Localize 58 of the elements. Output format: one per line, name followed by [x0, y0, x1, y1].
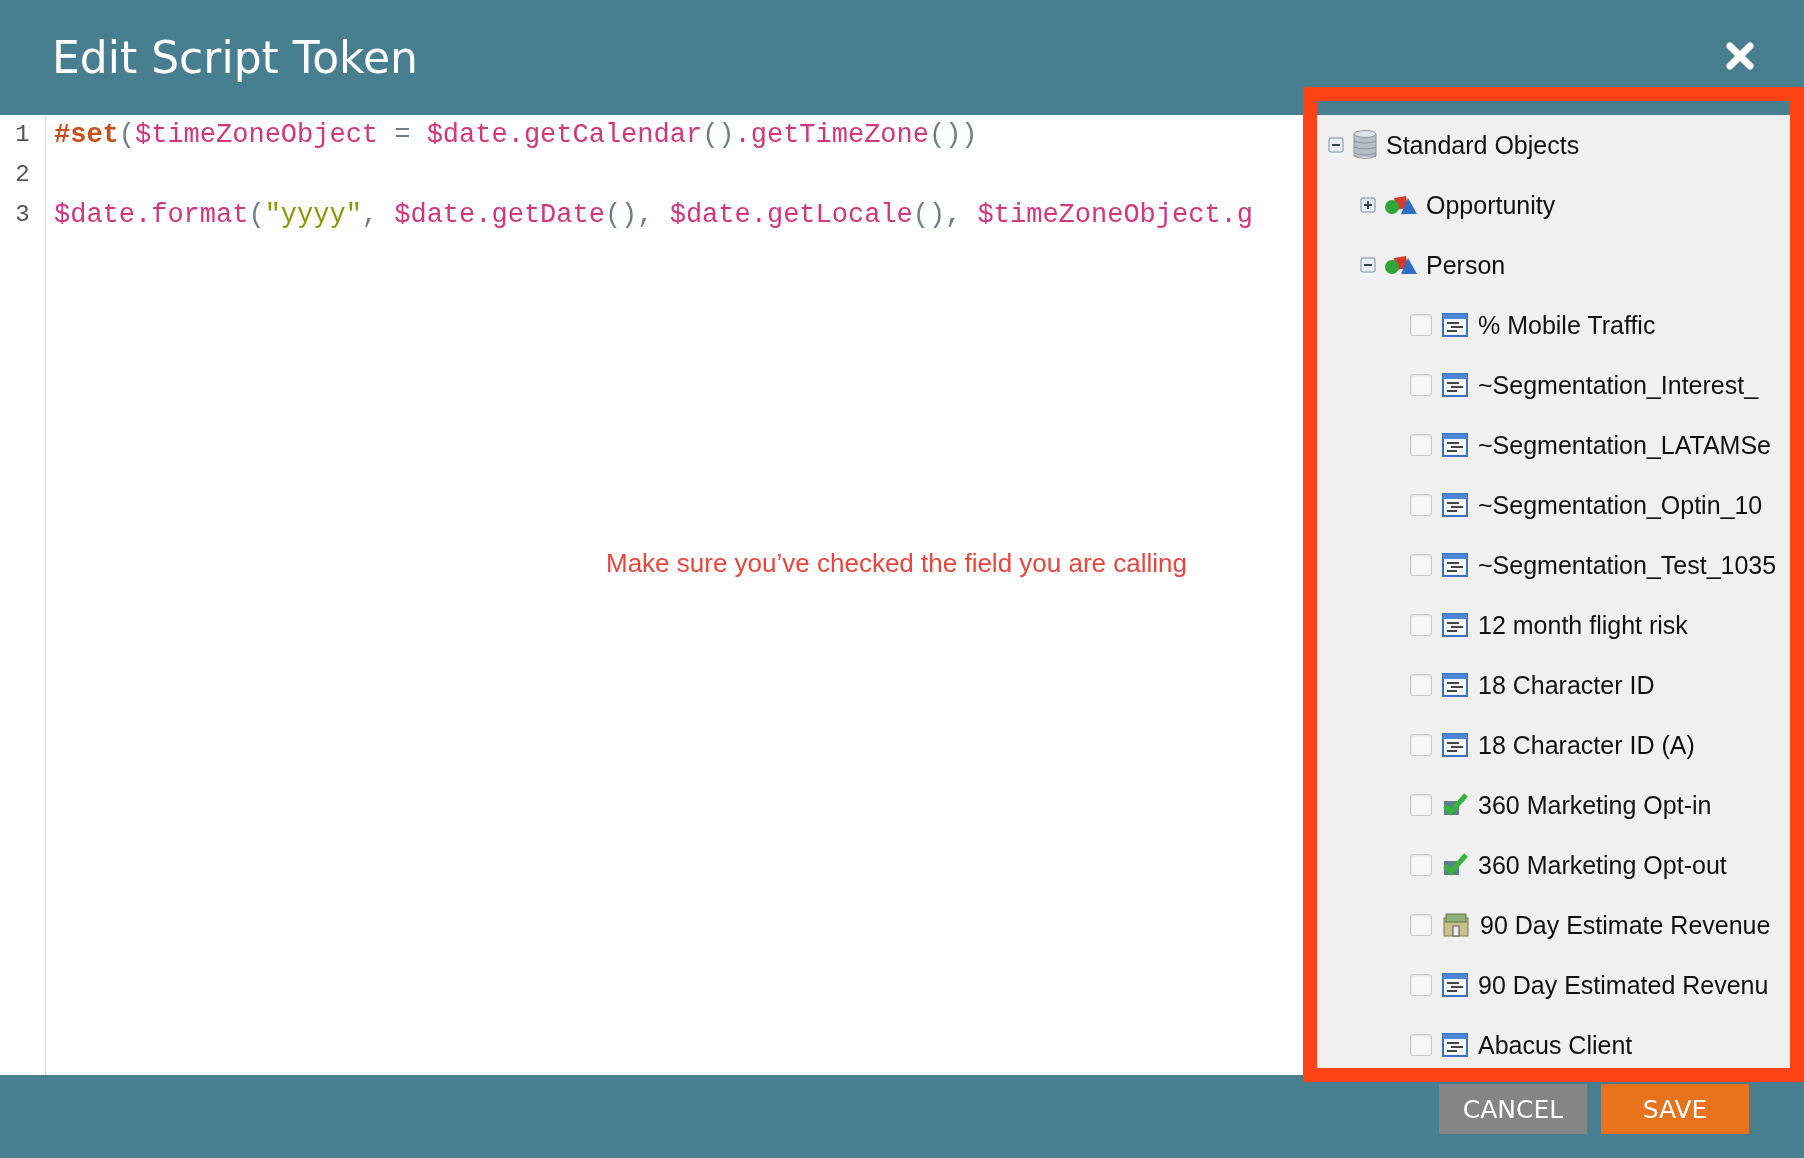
text-field-icon [1442, 673, 1468, 697]
checkmark-icon [1442, 853, 1468, 877]
field-label[interactable]: % Mobile Traffic [1478, 310, 1656, 340]
hint-text: Make sure you’ve checked the field you are calling [605, 548, 1187, 579]
expand-toggle-icon[interactable] [1360, 197, 1376, 213]
money-stack-icon [1442, 912, 1470, 938]
text-field-icon [1442, 973, 1468, 997]
checkbox[interactable] [1410, 494, 1432, 516]
checkbox[interactable] [1410, 314, 1432, 336]
code-editor[interactable]: 1 2 3 #set($timeZoneObject = $date.getCalendar().getTimeZone()) $date.format("yyyy", $date.getDate(), $date.getLocale(), $timeZoneObject.g Make sure you’ve checked the field you are calling [0, 115, 1303, 1075]
checkbox[interactable] [1410, 794, 1432, 816]
field-label[interactable]: 12 month flight risk [1478, 610, 1688, 640]
code-line: #set($timeZoneObject = $date.getCalendar().getTimeZone()) [54, 120, 978, 150]
field-label[interactable]: 360 Marketing Opt-in [1478, 790, 1712, 820]
field-label[interactable]: ~Segmentation_Interest_ [1478, 370, 1759, 400]
checkbox[interactable] [1410, 1034, 1432, 1056]
shapes-icon [1384, 194, 1418, 216]
text-field-icon [1442, 433, 1468, 457]
field-label[interactable]: 90 Day Estimate Revenue [1480, 910, 1771, 940]
expand-toggle-icon[interactable] [1360, 257, 1376, 273]
field-label[interactable]: 360 Marketing Opt-out [1478, 850, 1727, 880]
field-label[interactable]: 18 Character ID (A) [1478, 730, 1695, 760]
collapse-toggle-icon[interactable] [1328, 137, 1344, 153]
database-icon [1352, 130, 1378, 160]
checkbox[interactable] [1410, 974, 1432, 996]
checkbox[interactable] [1410, 434, 1432, 456]
checkmark-icon [1442, 793, 1468, 817]
checkbox[interactable] [1410, 614, 1432, 636]
field-label[interactable]: 90 Day Estimated Revenu [1478, 970, 1769, 1000]
checkbox[interactable] [1410, 554, 1432, 576]
checkbox[interactable] [1410, 374, 1432, 396]
field-label[interactable]: ~Segmentation_LATAMSe [1478, 430, 1771, 460]
tree-item-label[interactable]: Person [1426, 250, 1506, 280]
field-label[interactable]: ~Segmentation_Test_1035 [1478, 550, 1777, 580]
field-label[interactable]: 18 Character ID [1478, 670, 1655, 700]
text-field-icon [1442, 613, 1468, 637]
checkbox[interactable] [1410, 854, 1432, 876]
dialog-title: Edit Script Token [52, 32, 418, 83]
tree-item-label[interactable]: Opportunity [1426, 190, 1556, 220]
cancel-button[interactable]: CANCEL [1439, 1084, 1587, 1134]
tree-item-label[interactable]: Standard Objects [1386, 130, 1580, 160]
text-field-icon [1442, 1033, 1468, 1057]
text-field-icon [1442, 733, 1468, 757]
line-number: 1 [14, 120, 31, 150]
line-number: 2 [14, 160, 31, 190]
close-icon[interactable] [1726, 41, 1754, 70]
checkbox[interactable] [1410, 734, 1432, 756]
text-field-icon [1442, 493, 1468, 517]
code-line: $date.format("yyyy", $date.getDate(), $date.getLocale(), $timeZoneObject.g [54, 200, 1254, 230]
text-field-icon [1442, 553, 1468, 577]
line-number: 3 [14, 200, 31, 230]
shapes-icon [1384, 254, 1418, 276]
field-label[interactable]: Abacus Client [1478, 1030, 1633, 1060]
text-field-icon [1442, 313, 1468, 337]
text-field-icon [1442, 373, 1468, 397]
checkbox[interactable] [1410, 914, 1432, 936]
checkbox[interactable] [1410, 674, 1432, 696]
field-label[interactable]: ~Segmentation_Optin_10 [1478, 490, 1763, 520]
